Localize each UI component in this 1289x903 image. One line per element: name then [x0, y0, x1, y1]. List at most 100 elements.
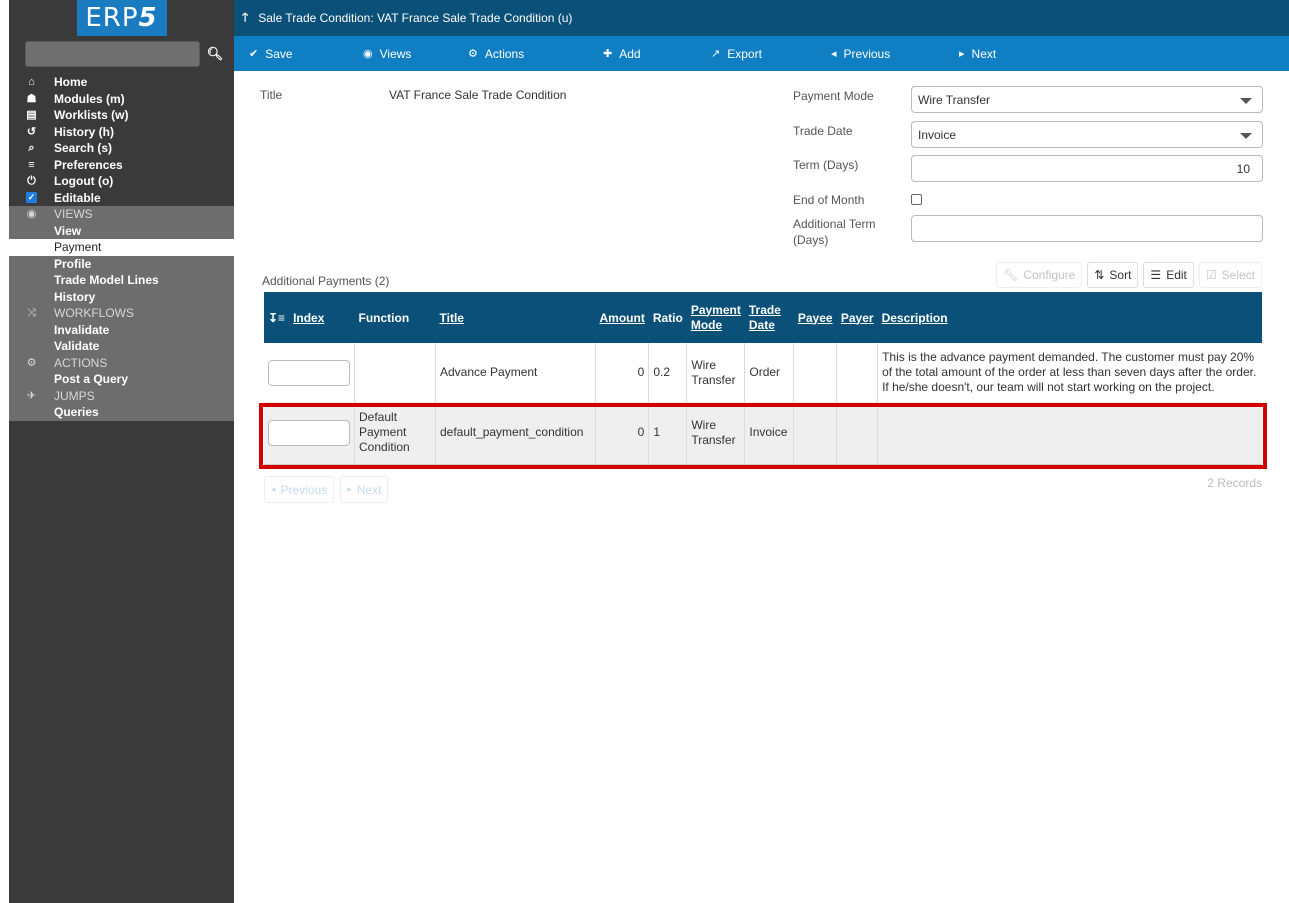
page-header: 🡑 Sale Trade Condition: VAT France Sale … [234, 0, 1289, 36]
configure-button[interactable]: 🔧︎ Configure [996, 262, 1083, 288]
sidebar-item-queries[interactable]: Queries [9, 404, 234, 421]
additional-term-input[interactable] [911, 215, 1263, 242]
cell-payment-mode: Wire Transfer [686, 402, 745, 465]
additional-payments-table: ↧≡ Index Function Title Amount Ratio Paym… [264, 292, 1262, 465]
views-button[interactable]: ◉ Views [363, 36, 411, 71]
sidebar-item-home[interactable]: ⌂ Home [9, 74, 234, 91]
sidebar-item-search[interactable]: ⌕ Search (s) [9, 140, 234, 157]
cell-description: This is the advance payment demanded. Th… [877, 343, 1262, 402]
home-icon: ⌂ [28, 76, 35, 88]
payee-header-link[interactable]: Payee [798, 311, 833, 325]
term-input[interactable]: 10 [911, 155, 1263, 182]
sidebar-item-editable[interactable]: ✓ Editable [9, 190, 234, 207]
header-line: Date [748, 317, 775, 332]
eye-icon: ◉ [26, 208, 37, 220]
page-title[interactable]: Sale Trade Condition: VAT France Sale Tr… [258, 11, 572, 25]
caret-left-icon: ◂ [271, 484, 276, 494]
select-button[interactable]: ☑ Select [1198, 262, 1262, 288]
listbox-actions: 🔧︎ Configure ⇅ Sort ☰ Edit ☑ Select [996, 262, 1262, 288]
sidebar-item-preferences[interactable]: ≡ Preferences [9, 157, 234, 174]
column-header-description[interactable]: Description [877, 292, 1262, 343]
sort-button[interactable]: ⇅ Sort [1087, 262, 1139, 288]
column-header-amount[interactable]: Amount [595, 292, 649, 343]
sidebar-item-modules[interactable]: ☗ Modules (m) [9, 91, 234, 108]
payment-mode-select[interactable]: Wire Transfer [911, 86, 1263, 113]
caret-right-icon: ▸ [959, 48, 965, 60]
payer-header-link[interactable]: Payer [841, 311, 874, 325]
column-header-index[interactable]: ↧≡ Index [264, 292, 355, 343]
next-button[interactable]: ▸ Next [959, 36, 996, 71]
sidebar-item-post-a-query[interactable]: Post a Query [9, 371, 234, 388]
cogs-icon: ⚙ [468, 48, 478, 60]
export-button[interactable]: ↗ Export [711, 36, 762, 71]
sidebar-search: 🔍︎ [9, 36, 234, 68]
column-header-title[interactable]: Title [435, 292, 596, 343]
history-icon: ↺ [26, 125, 37, 138]
checkbox-checked-icon[interactable]: ✓ [9, 192, 54, 204]
cell-payee [793, 402, 837, 465]
search-icon[interactable]: 🔍︎ [205, 43, 225, 65]
erp5-logo[interactable]: ERP 5 [76, 0, 167, 36]
arrow-up-icon[interactable]: 🡑 [242, 8, 248, 29]
index-input[interactable] [268, 419, 350, 446]
sidebar-item-view[interactable]: View [9, 223, 234, 240]
checkbox-icon: ☑ [1205, 268, 1217, 282]
end-of-month-checkbox[interactable] [911, 194, 922, 205]
actions-button[interactable]: ⚙ Actions [468, 36, 524, 71]
column-header-ratio: Ratio [648, 292, 687, 343]
search-icon: ⌕ [28, 142, 35, 154]
table-row[interactable]: Default Payment Condition default_payment_… [264, 402, 1262, 465]
column-header-payment-mode[interactable]: Payment Mode [686, 292, 745, 343]
sidebar-item-label: Modules (m) [54, 91, 125, 106]
wrench-icon: 🔧︎ [1003, 268, 1019, 282]
cell-ratio: 0.2 [648, 343, 687, 402]
sidebar-item-invalidate[interactable]: Invalidate [9, 322, 234, 339]
sidebar-item-label: Worklists (w) [54, 108, 129, 122]
payment-mode-header-link[interactable]: Payment Mode [691, 303, 741, 332]
sidebar-item-logout[interactable]: ⏻ Logout (o) [9, 173, 234, 190]
table-row[interactable]: Advance Payment 0 0.2 Wire Transfer Order… [264, 343, 1262, 402]
caret-right-icon: ▸ [347, 484, 352, 494]
sidebar-item-trade-model-lines[interactable]: Trade Model Lines [9, 272, 234, 289]
sidebar-item-history[interactable]: ↺ History (h) [9, 124, 234, 141]
trade-date-select[interactable]: Invoice [911, 121, 1263, 148]
configure-label: Configure [1023, 268, 1076, 282]
edit-button[interactable]: ☰ Edit [1143, 262, 1194, 288]
sidebar-item-profile[interactable]: Profile [9, 256, 234, 273]
pager-next-button[interactable]: ▸ Next [340, 476, 389, 503]
sidebar-item-view-history[interactable]: History [9, 289, 234, 306]
description-header-link[interactable]: Description [882, 311, 948, 325]
cell-function [354, 343, 436, 402]
add-button[interactable]: ✚ Add [603, 36, 641, 71]
cell-title[interactable]: Advance Payment [435, 343, 596, 402]
edit-label: Edit [1166, 268, 1187, 282]
column-header-payer[interactable]: Payer [836, 292, 878, 343]
toolbar: ✔ Save ◉ Views ⚙ Actions ✚ Add ↗ Export ◂ Prev… [234, 36, 1289, 71]
index-header-link[interactable]: Index [293, 311, 324, 325]
sidebar-item-payment[interactable]: Payment [9, 239, 234, 256]
eye-icon: ◉ [363, 48, 373, 60]
cell-title[interactable]: default_payment_condition [435, 402, 596, 465]
cell-trade-date: Invoice [744, 402, 794, 465]
export-label: Export [727, 46, 762, 61]
sidebar-item-worklists[interactable]: ▤ Worklists (w) [9, 107, 234, 124]
save-button[interactable]: ✔ Save [249, 36, 293, 71]
sort-icon: ⇅ [1094, 268, 1105, 282]
pager-previous-button[interactable]: ◂ Previous [264, 476, 335, 503]
previous-button[interactable]: ◂ Previous [831, 36, 890, 71]
amount-header-link[interactable]: Amount [600, 311, 645, 325]
column-header-trade-date[interactable]: Trade Date [744, 292, 794, 343]
sidebar-item-validate[interactable]: Validate [9, 338, 234, 355]
column-header-payee[interactable]: Payee [793, 292, 837, 343]
sidebar-item-label: Editable [54, 190, 101, 205]
trade-date-header-link[interactable]: Trade Date [749, 303, 781, 332]
sidebar-search-input[interactable] [25, 41, 200, 67]
cell-index [264, 343, 355, 402]
cogs-icon: ⚙ [26, 356, 37, 369]
header-line: Mode [690, 317, 723, 332]
trade-date-value: Invoice [918, 127, 957, 142]
index-input[interactable] [268, 359, 350, 386]
section-title: ACTIONS [54, 355, 108, 370]
puzzle-icon: ☗ [26, 92, 37, 105]
title-header-link[interactable]: Title [440, 311, 464, 325]
